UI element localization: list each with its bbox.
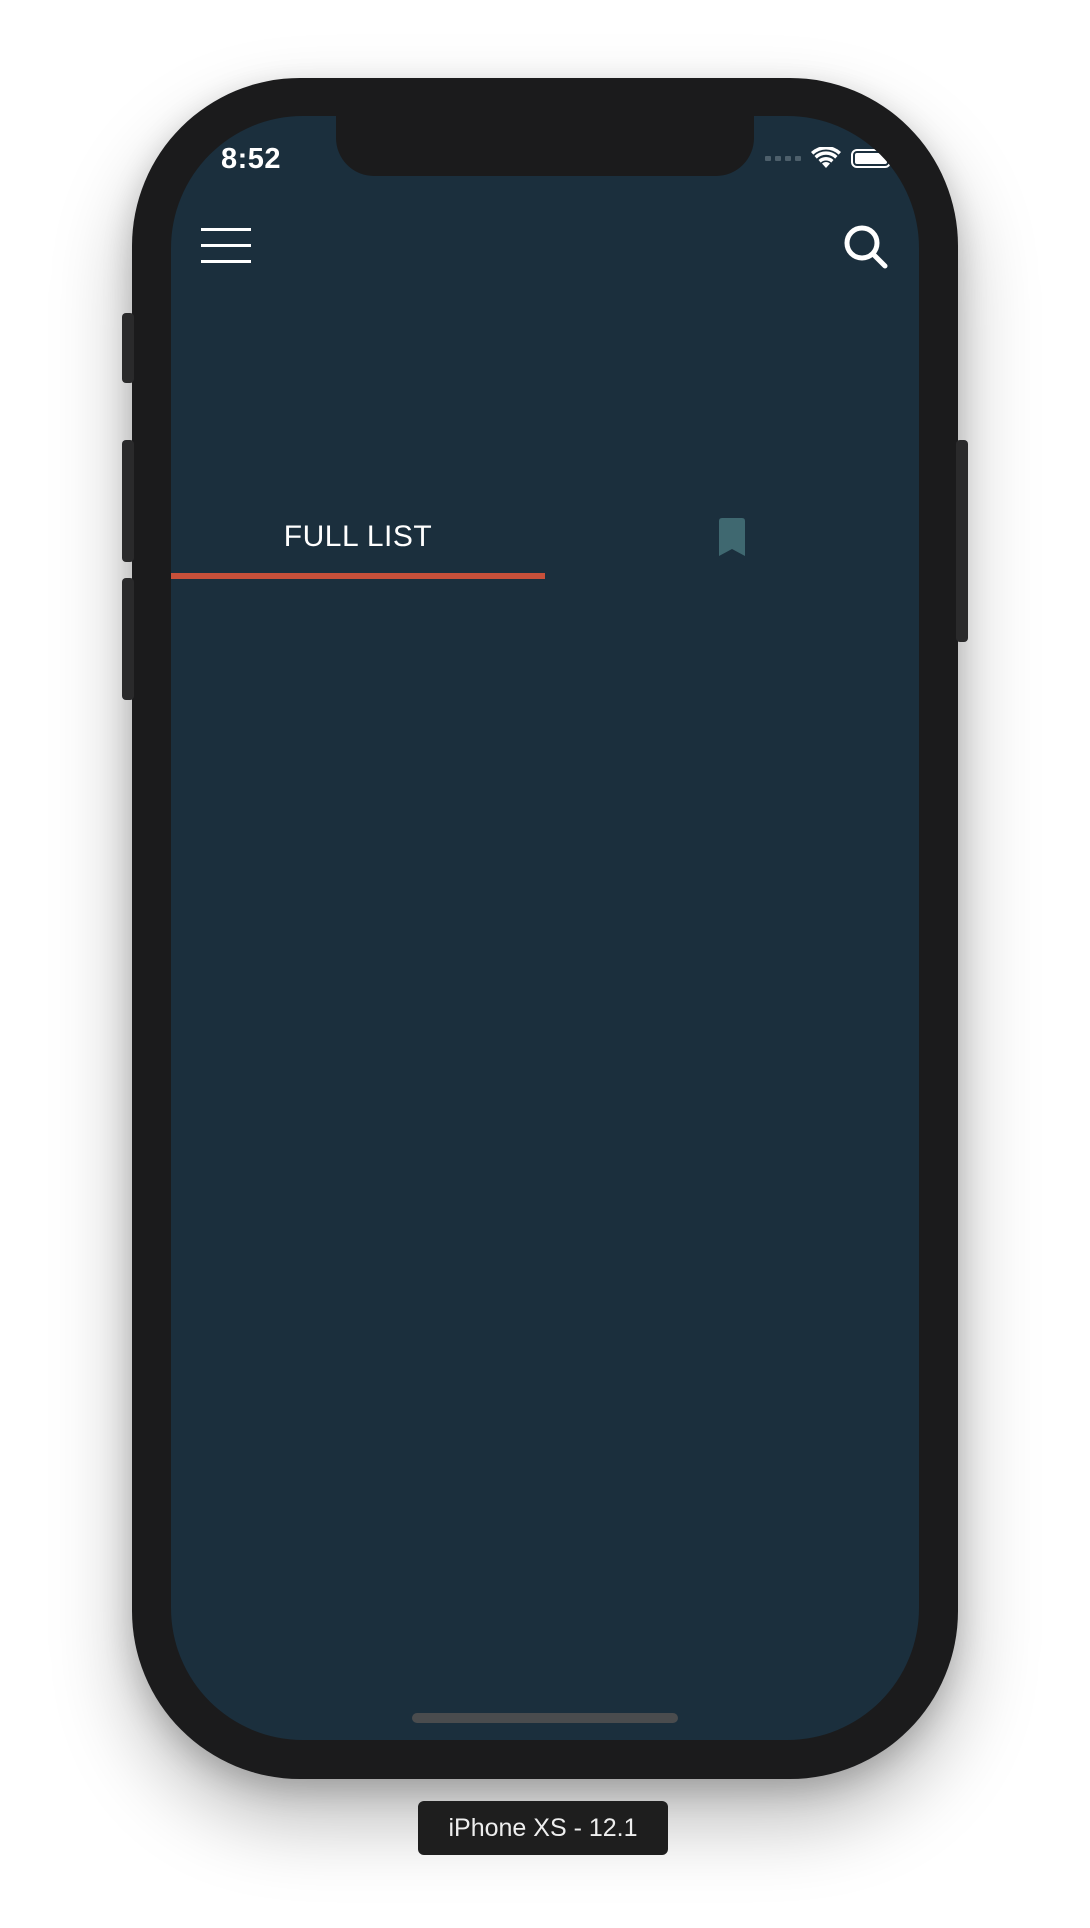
tab-full-list-label: FULL LIST	[283, 520, 433, 553]
tab-bar: FULL LIST	[171, 504, 919, 584]
tab-selected-indicator	[171, 573, 545, 579]
hamburger-menu-icon[interactable]	[201, 228, 253, 268]
battery-icon	[851, 148, 895, 168]
volume-down-button	[122, 578, 134, 700]
status-indicators	[765, 146, 895, 170]
tab-full-list[interactable]: FULL LIST	[171, 504, 545, 584]
home-indicator	[412, 1713, 678, 1723]
notch	[336, 116, 754, 176]
bookmark-icon	[719, 518, 745, 556]
app-screen: 8:52 FULL LIST	[171, 116, 919, 1740]
volume-up-button	[122, 440, 134, 562]
silent-switch	[122, 313, 134, 383]
search-icon[interactable]	[843, 224, 889, 270]
signal-icon	[765, 155, 801, 161]
simulator-stage: 8:52 FULL LIST iPhone XS - 12.1	[0, 0, 1090, 1928]
tab-bookmarks[interactable]	[545, 504, 919, 584]
device-label: iPhone XS - 12.1	[418, 1801, 668, 1855]
status-time: 8:52	[221, 143, 282, 175]
wifi-icon	[811, 147, 841, 168]
power-button	[956, 440, 968, 642]
